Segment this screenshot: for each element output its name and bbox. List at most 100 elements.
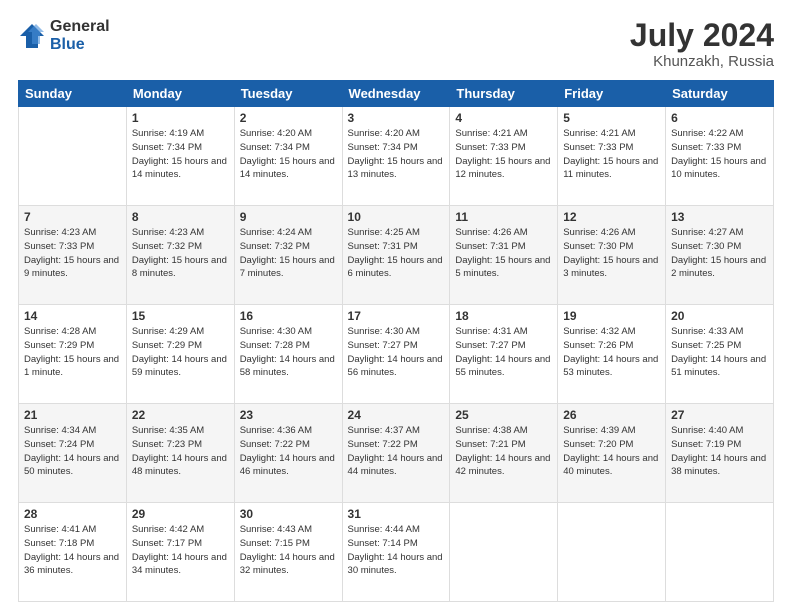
logo-text: General Blue [50,18,110,53]
day-number: 20 [671,309,768,323]
day-info: Sunrise: 4:43 AMSunset: 7:15 PMDaylight:… [240,523,337,578]
day-number: 19 [563,309,660,323]
logo-general: General [50,18,110,36]
day-number: 23 [240,408,337,422]
calendar-cell: 27Sunrise: 4:40 AMSunset: 7:19 PMDayligh… [666,404,774,503]
calendar-cell [666,503,774,602]
day-info: Sunrise: 4:44 AMSunset: 7:14 PMDaylight:… [348,523,445,578]
day-number: 9 [240,210,337,224]
day-number: 5 [563,111,660,125]
calendar-header-cell: Friday [558,81,666,107]
day-info: Sunrise: 4:34 AMSunset: 7:24 PMDaylight:… [24,424,121,479]
calendar-week-row: 28 Sunrise: 4:41 AMSunset: 7:18 PMDayligh… [19,503,774,602]
day-number: 22 [132,408,229,422]
day-number: 12 [563,210,660,224]
calendar-cell: 9Sunrise: 4:24 AMSunset: 7:32 PMDaylight… [234,206,342,305]
day-info: Sunrise: 4:33 AMSunset: 7:25 PMDaylight:… [671,325,768,380]
day-number: 1 [132,111,229,125]
calendar-cell: 29Sunrise: 4:42 AMSunset: 7:17 PMDayligh… [126,503,234,602]
calendar-cell: 28 Sunrise: 4:41 AMSunset: 7:18 PMDayligh… [19,503,127,602]
month-year: July 2024 [630,18,774,53]
day-number: 28 [24,507,121,521]
day-info: Sunrise: 4:22 AMSunset: 7:33 PMDaylight:… [671,127,768,182]
calendar-cell [558,503,666,602]
day-info: Sunrise: 4:27 AMSunset: 7:30 PMDaylight:… [671,226,768,281]
day-info: Sunrise: 4:26 AMSunset: 7:30 PMDaylight:… [563,226,660,281]
day-info: Sunrise: 4:31 AMSunset: 7:27 PMDaylight:… [455,325,552,380]
day-number: 30 [240,507,337,521]
day-info: Sunrise: 4:20 AMSunset: 7:34 PMDaylight:… [348,127,445,182]
calendar-header-cell: Monday [126,81,234,107]
calendar-header-cell: Thursday [450,81,558,107]
calendar-body: 1 Sunrise: 4:19 AMSunset: 7:34 PMDaylight… [19,107,774,602]
calendar-header-cell: Sunday [19,81,127,107]
day-info: Sunrise: 4:23 AMSunset: 7:32 PMDaylight:… [132,226,229,281]
logo-blue: Blue [50,36,110,54]
header: General Blue July 2024 Khunzakh, Russia [18,18,774,70]
day-number: 8 [132,210,229,224]
day-info: Sunrise: 4:39 AMSunset: 7:20 PMDaylight:… [563,424,660,479]
calendar-cell: 15 Sunrise: 4:29 AMSunset: 7:29 PMDayligh… [126,305,234,404]
calendar-cell: 16 Sunrise: 4:30 AMSunset: 7:28 PMDayligh… [234,305,342,404]
calendar-cell: 13Sunrise: 4:27 AMSunset: 7:30 PMDayligh… [666,206,774,305]
calendar-cell: 3Sunrise: 4:20 AMSunset: 7:34 PMDaylight… [342,107,450,206]
day-info: Sunrise: 4:21 AMSunset: 7:33 PMDaylight:… [563,127,660,182]
day-info: Sunrise: 4:40 AMSunset: 7:19 PMDaylight:… [671,424,768,479]
day-number: 15 [132,309,229,323]
day-number: 21 [24,408,121,422]
location: Khunzakh, Russia [630,53,774,70]
day-info: Sunrise: 4:30 AMSunset: 7:28 PMDaylight:… [240,325,337,380]
day-info: Sunrise: 4:28 AMSunset: 7:29 PMDaylight:… [24,325,121,380]
calendar-cell: 4Sunrise: 4:21 AMSunset: 7:33 PMDaylight… [450,107,558,206]
day-info: Sunrise: 4:41 AMSunset: 7:18 PMDaylight:… [24,523,121,578]
calendar-cell: 12 Sunrise: 4:26 AMSunset: 7:30 PMDayligh… [558,206,666,305]
day-number: 2 [240,111,337,125]
calendar-cell: 24 Sunrise: 4:37 AMSunset: 7:22 PMDayligh… [342,404,450,503]
calendar-cell: 26 Sunrise: 4:39 AMSunset: 7:20 PMDayligh… [558,404,666,503]
calendar-week-row: 7 Sunrise: 4:23 AMSunset: 7:33 PMDaylight… [19,206,774,305]
calendar-cell: 30 Sunrise: 4:43 AMSunset: 7:15 PMDayligh… [234,503,342,602]
calendar-cell: 6Sunrise: 4:22 AMSunset: 7:33 PMDaylight… [666,107,774,206]
calendar-header-cell: Tuesday [234,81,342,107]
day-number: 31 [348,507,445,521]
calendar-week-row: 14 Sunrise: 4:28 AMSunset: 7:29 PMDayligh… [19,305,774,404]
calendar-cell: 11Sunrise: 4:26 AMSunset: 7:31 PMDayligh… [450,206,558,305]
day-info: Sunrise: 4:21 AMSunset: 7:33 PMDaylight:… [455,127,552,182]
day-info: Sunrise: 4:29 AMSunset: 7:29 PMDaylight:… [132,325,229,380]
day-number: 26 [563,408,660,422]
day-info: Sunrise: 4:23 AMSunset: 7:33 PMDaylight:… [24,226,121,281]
logo: General Blue [18,18,110,53]
calendar-week-row: 21 Sunrise: 4:34 AMSunset: 7:24 PMDayligh… [19,404,774,503]
calendar-table: SundayMondayTuesdayWednesdayThursdayFrid… [18,80,774,602]
day-info: Sunrise: 4:25 AMSunset: 7:31 PMDaylight:… [348,226,445,281]
calendar-cell: 7 Sunrise: 4:23 AMSunset: 7:33 PMDaylight… [19,206,127,305]
calendar-cell: 8 Sunrise: 4:23 AMSunset: 7:32 PMDaylight… [126,206,234,305]
calendar-cell: 10 Sunrise: 4:25 AMSunset: 7:31 PMDayligh… [342,206,450,305]
page: General Blue July 2024 Khunzakh, Russia … [0,0,792,612]
logo-icon [18,22,46,50]
day-info: Sunrise: 4:19 AMSunset: 7:34 PMDaylight:… [132,127,229,182]
day-number: 14 [24,309,121,323]
day-number: 17 [348,309,445,323]
calendar-cell: 18 Sunrise: 4:31 AMSunset: 7:27 PMDayligh… [450,305,558,404]
day-number: 7 [24,210,121,224]
day-number: 10 [348,210,445,224]
day-info: Sunrise: 4:20 AMSunset: 7:34 PMDaylight:… [240,127,337,182]
calendar-cell: 20 Sunrise: 4:33 AMSunset: 7:25 PMDayligh… [666,305,774,404]
calendar-cell: 2 Sunrise: 4:20 AMSunset: 7:34 PMDaylight… [234,107,342,206]
calendar-cell: 14 Sunrise: 4:28 AMSunset: 7:29 PMDayligh… [19,305,127,404]
day-info: Sunrise: 4:38 AMSunset: 7:21 PMDaylight:… [455,424,552,479]
day-info: Sunrise: 4:32 AMSunset: 7:26 PMDaylight:… [563,325,660,380]
day-info: Sunrise: 4:30 AMSunset: 7:27 PMDaylight:… [348,325,445,380]
calendar-week-row: 1 Sunrise: 4:19 AMSunset: 7:34 PMDaylight… [19,107,774,206]
day-number: 24 [348,408,445,422]
calendar-cell [19,107,127,206]
day-number: 16 [240,309,337,323]
calendar-cell: 17 Sunrise: 4:30 AMSunset: 7:27 PMDayligh… [342,305,450,404]
day-number: 29 [132,507,229,521]
calendar-cell: 31 Sunrise: 4:44 AMSunset: 7:14 PMDayligh… [342,503,450,602]
calendar-cell: 1 Sunrise: 4:19 AMSunset: 7:34 PMDaylight… [126,107,234,206]
day-number: 18 [455,309,552,323]
day-info: Sunrise: 4:37 AMSunset: 7:22 PMDaylight:… [348,424,445,479]
title-block: July 2024 Khunzakh, Russia [630,18,774,70]
